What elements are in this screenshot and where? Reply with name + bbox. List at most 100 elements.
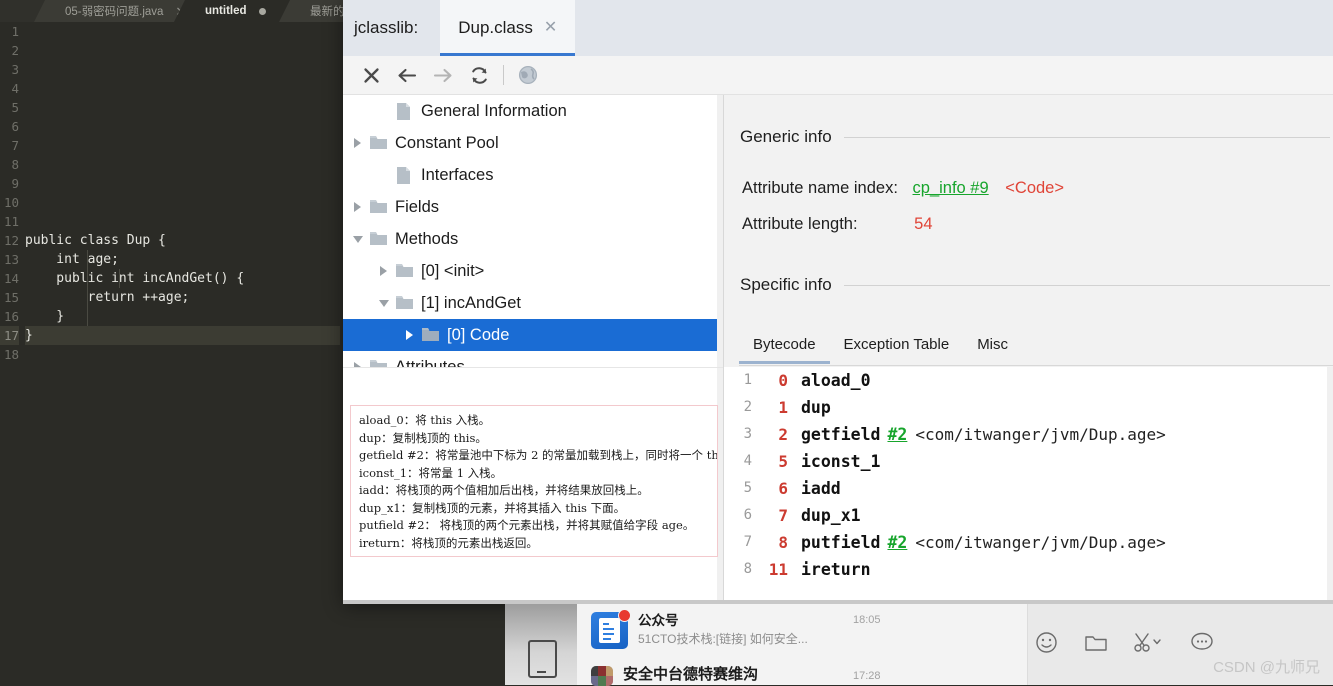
bytecode-scrollbar[interactable] bbox=[1327, 367, 1333, 604]
constant-pool-ref-link[interactable]: #2 bbox=[887, 529, 907, 556]
tree-node[interactable]: Interfaces bbox=[343, 159, 723, 191]
list-item[interactable]: 公众号 51CTO技术栈:[链接] 如何安全... 18:05 bbox=[591, 609, 1041, 649]
tree-node-label: Attributes bbox=[395, 357, 465, 368]
bytecode-row[interactable]: 1 0 aload_0 bbox=[724, 367, 1333, 394]
tree-node[interactable]: [0] Code bbox=[343, 319, 723, 351]
editor-code-area[interactable]: public class Dup { int age; public int i… bbox=[25, 22, 340, 685]
tree-node-label: [0] <init> bbox=[421, 261, 485, 280]
close-icon[interactable] bbox=[353, 60, 389, 90]
bytecode-tab-misc[interactable]: Misc bbox=[963, 333, 1022, 364]
scissors-icon[interactable] bbox=[1134, 631, 1164, 653]
bytecode-row[interactable]: 2 1 dup bbox=[724, 394, 1333, 421]
line-number: 18 bbox=[3, 347, 19, 362]
tree-node[interactable]: Attributes bbox=[343, 351, 723, 367]
reload-icon[interactable] bbox=[461, 60, 497, 90]
tab-notch-left bbox=[174, 0, 185, 22]
indent-guide bbox=[119, 269, 120, 288]
annotation-line: dup_x1：复制栈顶的元素，并将其插入 this 下面。 bbox=[359, 500, 626, 515]
cp-info-link[interactable]: cp_info #9 bbox=[913, 179, 989, 197]
folder-icon bbox=[369, 134, 387, 153]
folder-icon bbox=[395, 294, 413, 313]
tree-node[interactable]: General Information bbox=[343, 95, 723, 127]
field-value: 54 bbox=[914, 215, 933, 233]
bytecode-opcode: iconst_1 bbox=[801, 452, 881, 471]
annotation-line: aload_0：将 this 入栈。 bbox=[359, 413, 491, 427]
line-number: 2 bbox=[11, 43, 19, 58]
chevron-right-icon[interactable] bbox=[377, 265, 390, 278]
code-line: int age; bbox=[25, 252, 119, 267]
attribute-length-row: Attribute length: 54 bbox=[742, 215, 933, 234]
back-arrow-icon[interactable] bbox=[389, 60, 425, 90]
bytecode-row[interactable]: 8 11 ireturn bbox=[724, 556, 1333, 583]
bytecode-tab-exception-table[interactable]: Exception Table bbox=[830, 333, 964, 364]
bytecode-line-number: 4 bbox=[743, 453, 752, 469]
bytecode-tab-rule bbox=[739, 365, 1333, 366]
bytecode-annotation-box: aload_0：将 this 入栈。 dup：复制栈顶的 this。 getfiel… bbox=[350, 405, 718, 557]
list-item[interactable]: 安全中台德特赛维沟 17:28 bbox=[591, 666, 1041, 686]
unread-badge bbox=[618, 609, 631, 622]
tree-node[interactable]: [0] <init> bbox=[343, 255, 723, 287]
bytecode-line-number: 8 bbox=[743, 561, 752, 577]
browse-globe-icon[interactable] bbox=[510, 60, 546, 90]
folder-icon bbox=[369, 358, 387, 367]
chevron-down-icon[interactable] bbox=[377, 297, 390, 310]
avatar bbox=[591, 609, 631, 649]
bytecode-row[interactable]: 3 2 getfield #2 <com/itwanger/jvm/Dup.age> bbox=[724, 421, 1333, 448]
tab-dup-class[interactable]: Dup.class ✕ bbox=[440, 0, 576, 56]
bytecode-descriptor: <com/itwanger/jvm/Dup.age> bbox=[915, 533, 1166, 552]
taskbar: 公众号 51CTO技术栈:[链接] 如何安全... 18:05 安全中台德特赛维… bbox=[505, 604, 1333, 686]
close-icon[interactable]: ✕ bbox=[544, 20, 557, 36]
bytecode-offset: 8 bbox=[778, 533, 788, 552]
field-label: Attribute length: bbox=[742, 215, 858, 233]
tree-node-label: [1] incAndGet bbox=[421, 293, 521, 312]
chat-list-panel: 公众号 51CTO技术栈:[链接] 如何安全... 18:05 安全中台德特赛维… bbox=[577, 604, 1028, 686]
class-structure-tree[interactable]: General Information Constant Pool Interfac… bbox=[343, 95, 723, 367]
tree-node[interactable]: [1] incAndGet bbox=[343, 287, 723, 319]
folder-icon bbox=[369, 230, 387, 249]
chevron-down-icon[interactable] bbox=[351, 233, 364, 246]
line-number: 13 bbox=[3, 252, 19, 267]
code-line: } bbox=[25, 309, 65, 324]
chat-bubble-icon[interactable] bbox=[1190, 631, 1214, 653]
bytecode-tab-bytecode[interactable]: Bytecode bbox=[739, 333, 830, 364]
chevron-right-icon[interactable] bbox=[403, 329, 416, 342]
bytecode-row[interactable]: 4 5 iconst_1 bbox=[724, 448, 1333, 475]
code-line: } bbox=[25, 326, 340, 345]
tab-notch-left bbox=[279, 0, 290, 22]
line-number: 5 bbox=[11, 100, 19, 115]
tree-node[interactable]: Fields bbox=[343, 191, 723, 223]
tree-node-label: Constant Pool bbox=[395, 133, 499, 152]
chat-time: 18:05 bbox=[853, 614, 881, 626]
chevron-right-icon[interactable] bbox=[351, 137, 364, 150]
tree-node[interactable]: Methods bbox=[343, 223, 723, 255]
bytecode-row[interactable]: 7 8 putfield #2 <com/itwanger/jvm/Dup.age> bbox=[724, 529, 1333, 556]
bytecode-opcode: getfield bbox=[801, 425, 881, 444]
constant-pool-ref-link[interactable]: #2 bbox=[887, 421, 907, 448]
line-number: 15 bbox=[3, 290, 19, 305]
folder-icon[interactable] bbox=[1084, 632, 1108, 653]
tree-node-label: General Information bbox=[421, 101, 567, 120]
bytecode-line-number: 7 bbox=[743, 534, 752, 550]
bytecode-opcode: dup bbox=[801, 398, 831, 417]
bytecode-row[interactable]: 5 6 iadd bbox=[724, 475, 1333, 502]
bytecode-opcode: dup_x1 bbox=[801, 506, 861, 525]
bytecode-tab-bar[interactable]: Bytecode Exception Table Misc bbox=[739, 333, 1333, 366]
chevron-right-icon[interactable] bbox=[351, 201, 364, 214]
editor-tab-1[interactable]: untitled bbox=[174, 0, 293, 22]
taskbar-left-panel bbox=[505, 604, 577, 685]
tree-node[interactable]: Constant Pool bbox=[343, 127, 723, 159]
bytecode-listing[interactable]: 1 0 aload_0 2 1 dup 3 2 getfield #2 <com/itwanger/… bbox=[724, 367, 1333, 604]
bytecode-offset: 1 bbox=[778, 398, 788, 417]
bytecode-offset: 5 bbox=[778, 452, 788, 471]
unsaved-dot-icon bbox=[258, 7, 266, 15]
bytecode-row[interactable]: 6 7 dup_x1 bbox=[724, 502, 1333, 529]
annotation-line: putfield #2： 将栈顶的两个元素出栈，并将其赋值给字段 age。 bbox=[359, 518, 695, 532]
tab-label: Dup.class bbox=[458, 18, 533, 37]
editor-tab-label: untitled bbox=[205, 5, 247, 17]
folder-icon bbox=[395, 262, 413, 281]
emoji-icon[interactable] bbox=[1035, 631, 1058, 654]
line-number: 1 bbox=[11, 24, 19, 39]
section-title: Specific info bbox=[740, 275, 832, 294]
